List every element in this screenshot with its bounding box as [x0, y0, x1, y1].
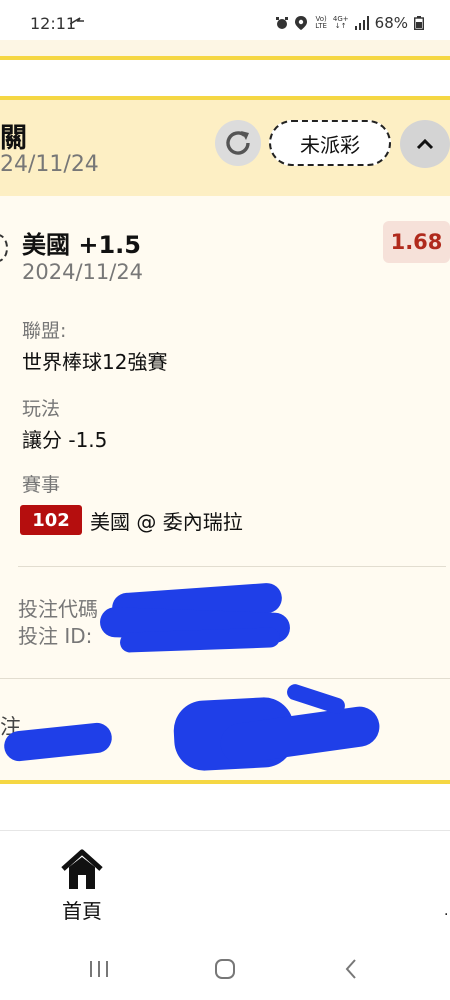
- signal-icon: [354, 16, 369, 30]
- odds-badge: 1.68: [383, 221, 450, 263]
- nav-home[interactable]: 首頁: [55, 849, 109, 929]
- bet-card-header[interactable]: 關 24/11/24 未派彩: [0, 100, 450, 196]
- event-name: 美國 @ 委內瑞拉: [90, 509, 243, 534]
- nav-home-label: 首頁: [62, 899, 102, 923]
- chevron-up-icon: [416, 138, 434, 150]
- home-circle-icon: [215, 959, 235, 979]
- bet-card: 關 24/11/24 未派彩 美國 +1.5 2024/11/24 1.68 聯…: [0, 96, 450, 784]
- bottom-nav: 首頁 ·: [0, 830, 450, 938]
- volte-icon: Vo) LTE: [315, 15, 327, 30]
- previous-card-bottom: [0, 40, 450, 60]
- redaction-mark: [119, 627, 281, 653]
- refresh-button[interactable]: [215, 120, 261, 166]
- 4g-icon: 4G+ ↓↑: [332, 15, 349, 30]
- battery-percent: 68%: [374, 14, 408, 32]
- recent-apps-icon: [90, 961, 108, 977]
- back-button[interactable]: [336, 956, 366, 982]
- event-number-badge: 102: [20, 505, 82, 535]
- bet-header-date: 24/11/24: [0, 152, 99, 177]
- home-icon: [61, 849, 103, 889]
- navigation-arrow-icon: [69, 14, 84, 30]
- payout-status-badge[interactable]: 未派彩: [269, 120, 391, 166]
- recent-apps-button[interactable]: [84, 956, 114, 982]
- league-label: 聯盟:: [22, 320, 67, 342]
- bet-code-label: 投注代碼: [18, 597, 98, 621]
- system-nav-bar: [0, 938, 450, 1000]
- bet-type-title: 關: [0, 123, 27, 154]
- collapse-button[interactable]: [400, 120, 450, 168]
- bet-id-label: 投注 ID:: [18, 624, 93, 648]
- nav-edge-mark: ·: [444, 907, 449, 923]
- divider: [18, 566, 446, 567]
- redaction-mark: [284, 682, 348, 716]
- play-label: 玩法: [22, 398, 61, 420]
- selection-radio[interactable]: [0, 234, 8, 262]
- alarm-icon: [275, 16, 289, 30]
- event-label: 賽事: [22, 474, 61, 496]
- event-row: 102 美國 @ 委內瑞拉: [20, 505, 243, 535]
- bet-footer: 注: [0, 678, 450, 788]
- bet-date: 2024/11/24: [22, 260, 144, 284]
- location-icon: [295, 16, 309, 30]
- league-value: 世界棒球12強賽: [22, 350, 168, 374]
- refresh-icon: [226, 131, 250, 155]
- battery-icon: [413, 16, 428, 31]
- back-chevron-icon: [345, 959, 356, 979]
- play-value: 讓分 -1.5: [22, 428, 108, 452]
- bet-selection: 美國 +1.5: [22, 231, 141, 259]
- status-icons: Vo) LTE 4G+ ↓↑ 68%: [275, 14, 428, 32]
- home-system-button[interactable]: [210, 956, 240, 982]
